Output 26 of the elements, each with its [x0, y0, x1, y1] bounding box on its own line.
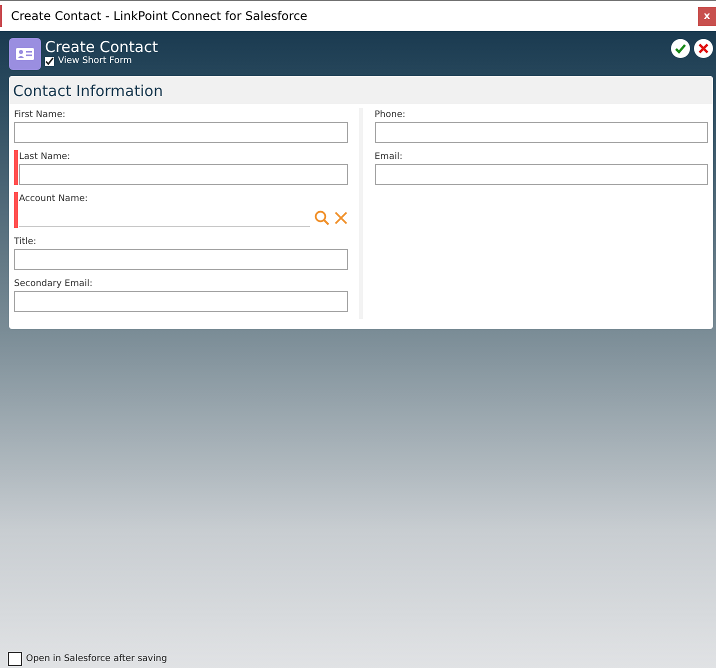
field-label: Secondary Email: [14, 278, 94, 291]
checkbox[interactable] [8, 652, 22, 666]
field-label: First Name: [14, 109, 66, 122]
clear-icon[interactable] [334, 210, 348, 224]
input-field[interactable] [19, 164, 348, 185]
field-label: Phone: [374, 109, 406, 122]
search-icon[interactable] [314, 210, 330, 226]
close-button[interactable]: x [698, 6, 716, 26]
input-field[interactable] [374, 122, 708, 143]
input-field[interactable] [14, 291, 348, 312]
field-label: Title: [14, 236, 38, 249]
field-label: Email: [374, 151, 404, 164]
checkbox-label: Open in Salesforce after saving [26, 654, 168, 664]
input-field[interactable] [374, 164, 708, 185]
cancel-icon[interactable] [694, 39, 713, 58]
form-title: Create Contact [45, 38, 159, 56]
input-field[interactable] [14, 249, 348, 270]
field-label: Account Name: [19, 193, 89, 206]
section-header: Contact Information [9, 76, 713, 104]
checkbox-label: View Short Form [58, 56, 132, 66]
contact-card-icon [9, 38, 41, 70]
input-field[interactable] [14, 122, 348, 143]
window-title: Create Contact - LinkPoint Connect for Salesforce [11, 9, 308, 23]
save-icon[interactable] [671, 39, 690, 58]
field-label: Last Name: [19, 151, 72, 164]
checkbox[interactable] [45, 56, 54, 66]
